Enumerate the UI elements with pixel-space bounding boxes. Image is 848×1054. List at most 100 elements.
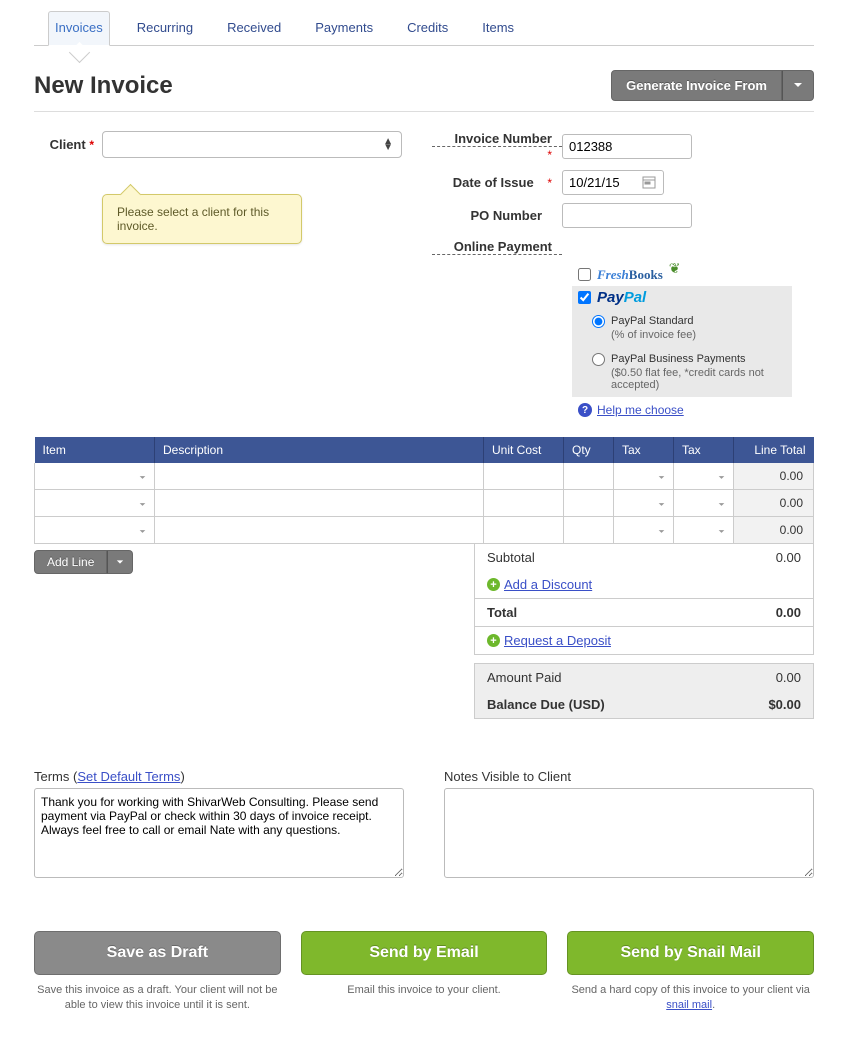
th-tax1: Tax [614,437,674,463]
line-total-cell: 0.00 [734,490,814,517]
send-by-email-button[interactable]: Send by Email [301,931,548,975]
unit-cost-cell[interactable] [484,463,563,489]
invoice-number-input[interactable] [562,134,692,159]
qty-cell[interactable] [564,517,613,543]
line-total-cell: 0.00 [734,517,814,544]
chevron-down-icon[interactable] [782,70,814,101]
tab-recurring[interactable]: Recurring [130,11,200,46]
tab-items[interactable]: Items [475,11,521,46]
send-by-snail-mail-desc: Send a hard copy of this invoice to your… [567,983,814,1014]
line-item-row: 0.00 [35,517,814,544]
paypal-logo: PayPal [597,289,646,306]
th-qty: Qty [564,437,614,463]
chevron-down-icon [658,496,665,511]
client-label: Client * [34,131,94,152]
po-number-input[interactable] [562,203,692,228]
terms-label: Terms (Set Default Terms) [34,769,404,784]
plus-icon: + [487,634,500,647]
tax2-cell[interactable] [674,490,733,516]
item-cell[interactable] [35,490,154,516]
chevron-down-icon [139,496,146,511]
total-value: 0.00 [776,605,801,620]
tab-received[interactable]: Received [220,11,288,46]
notes-label: Notes Visible to Client [444,769,814,784]
invoice-number-label: Invoice Number [432,131,562,147]
chevron-down-icon [718,523,725,538]
chevron-down-icon [139,523,146,538]
line-items-table: Item Description Unit Cost Qty Tax Tax L… [34,437,814,544]
th-tax2: Tax [674,437,734,463]
snail-mail-link[interactable]: snail mail [666,999,712,1011]
line-total-cell: 0.00 [734,463,814,490]
unit-cost-cell[interactable] [484,490,563,516]
balance-due-value: $0.00 [768,697,801,712]
save-as-draft-desc: Save this invoice as a draft. Your clien… [34,983,281,1014]
chevron-down-icon [139,469,146,484]
tax2-cell[interactable] [674,463,733,489]
add-line-label: Add Line [34,550,107,574]
unit-cost-cell[interactable] [484,517,563,543]
paypal-business-label: PayPal Business Payments($0.50 flat fee,… [611,353,786,391]
chevron-down-icon [658,469,665,484]
amount-paid-value: 0.00 [776,670,801,685]
qty-cell[interactable] [564,490,613,516]
tax1-cell[interactable] [614,517,673,543]
tax2-cell[interactable] [674,517,733,543]
date-of-issue-input[interactable] [563,171,637,194]
tax1-cell[interactable] [614,490,673,516]
plus-icon: + [487,578,500,591]
leaf-icon: ❦ [669,260,681,277]
generate-invoice-from-button[interactable]: Generate Invoice From [611,70,814,101]
send-by-snail-mail-button[interactable]: Send by Snail Mail [567,931,814,975]
description-cell[interactable] [155,490,483,516]
request-deposit-link[interactable]: Request a Deposit [504,633,611,648]
total-label: Total [487,605,517,620]
chevron-down-icon[interactable] [107,550,133,574]
online-payment-label: Online Payment [432,239,562,255]
save-as-draft-button[interactable]: Save as Draft [34,931,281,975]
item-cell[interactable] [35,463,154,489]
po-number-label: PO Number [470,208,552,223]
client-tooltip: Please select a client for this invoice. [102,194,302,244]
date-of-issue-label: Date of Issue [453,175,544,190]
calendar-icon[interactable] [642,175,658,191]
help-me-choose-link[interactable]: Help me choose [597,403,684,417]
send-by-email-desc: Email this invoice to your client. [301,983,548,998]
item-cell[interactable] [35,517,154,543]
description-cell[interactable] [155,517,483,543]
freshbooks-checkbox[interactable] [578,268,591,281]
client-select[interactable]: ▲▼ [102,131,402,158]
th-item: Item [35,437,155,463]
balance-due-label: Balance Due (USD) [487,697,605,712]
paypal-standard-label: PayPal Standard(% of invoice fee) [611,315,696,341]
line-item-row: 0.00 [35,463,814,490]
chevron-down-icon [718,469,725,484]
line-item-row: 0.00 [35,490,814,517]
subtotal-label: Subtotal [487,550,535,565]
add-line-button[interactable]: Add Line [34,550,133,574]
amount-paid-label: Amount Paid [487,670,561,685]
tab-payments[interactable]: Payments [308,11,380,46]
freshbooks-logo: FreshBooks [597,267,663,283]
paypal-checkbox[interactable] [578,291,591,304]
chevron-down-icon [658,523,665,538]
th-line-total: Line Total [734,437,814,463]
select-arrows-icon: ▲▼ [383,139,393,151]
terms-textarea[interactable] [34,788,404,878]
tax1-cell[interactable] [614,463,673,489]
add-discount-link[interactable]: Add a Discount [504,577,592,592]
th-description: Description [155,437,484,463]
chevron-down-icon [718,496,725,511]
page-title: New Invoice [34,72,173,100]
tabs-bar: Invoices Recurring Received Payments Cre… [34,0,814,46]
subtotal-value: 0.00 [776,550,801,565]
paypal-standard-radio[interactable] [592,315,605,328]
qty-cell[interactable] [564,463,613,489]
notes-textarea[interactable] [444,788,814,878]
description-cell[interactable] [155,463,483,489]
tab-credits[interactable]: Credits [400,11,455,46]
set-default-terms-link[interactable]: Set Default Terms [77,769,180,784]
th-unit-cost: Unit Cost [484,437,564,463]
help-icon: ? [578,403,592,417]
paypal-business-radio[interactable] [592,353,605,366]
